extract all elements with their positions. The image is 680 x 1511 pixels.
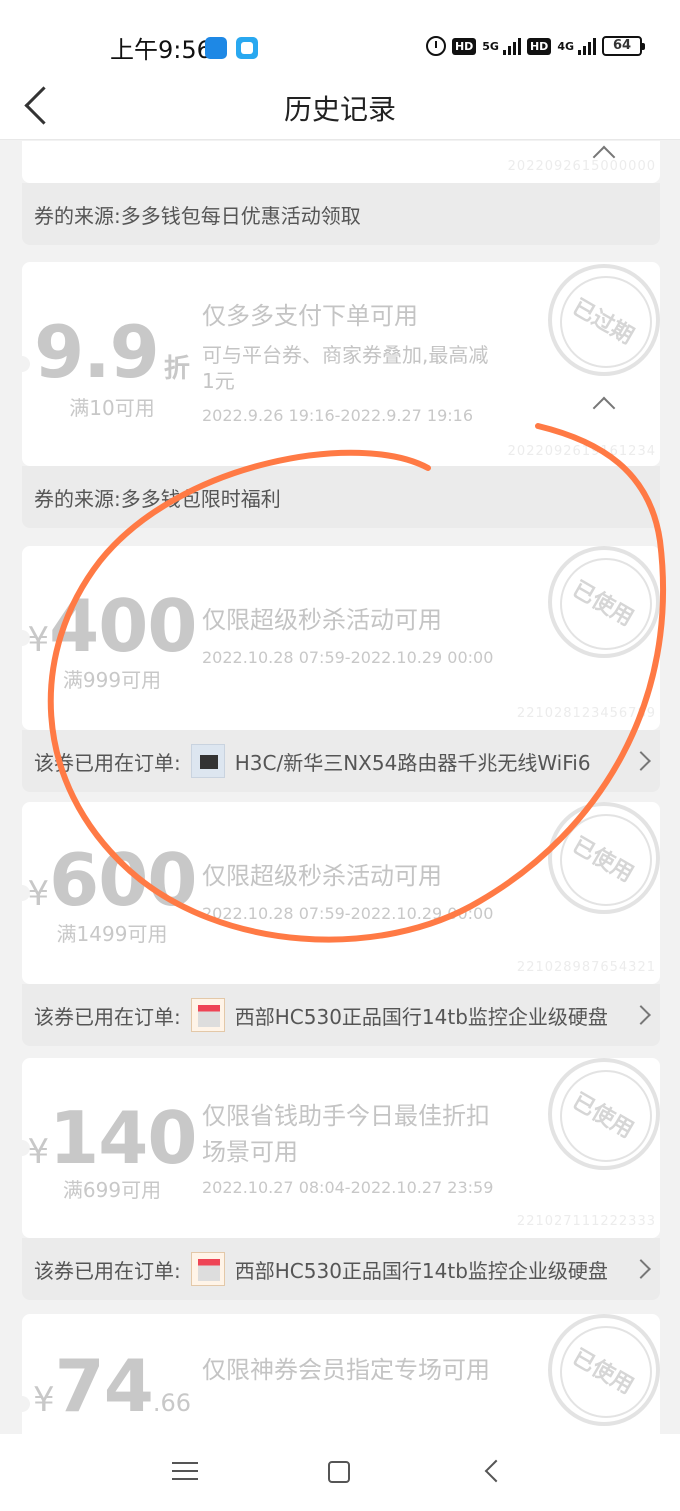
coupon-title: 仅限省钱助手今日最佳折扣场景可用 [202, 1102, 490, 1166]
chevron-right-icon [631, 1005, 651, 1025]
coupon-card: 2022092615000000 券的来源: 多多钱包每日优惠活动领取 [22, 141, 660, 245]
coupon-amount: ¥74.66 [32, 1344, 191, 1428]
coupon-code: 221027111222333 [516, 1214, 656, 1229]
coupon-card: ¥600 满1499可用 仅限超级秒杀活动可用 2022.10.28 07:59… [14, 802, 660, 1046]
expired-stamp: 已过期 [548, 264, 660, 376]
coupon-body: 2022092615000000 [22, 141, 660, 183]
coupon-threshold: 满999可用 [62, 668, 162, 692]
coupon-code: 221028123456789 [516, 706, 656, 721]
order-label: 该券已用在订单: [34, 1004, 181, 1029]
coupon-threshold: 满10可用 [69, 396, 155, 420]
network-type: 5G [482, 39, 499, 53]
coupon-card: 9.9 折 满10可用 仅多多支付下单可用 可与平台券、商家券叠加,最高减1元 … [14, 262, 660, 528]
signal-icon [578, 37, 596, 55]
battery-icon: 64 [602, 36, 645, 56]
chevron-right-icon [631, 751, 651, 771]
coupon-code: 221028987654321 [516, 960, 656, 975]
product-thumbnail [190, 998, 225, 1032]
order-title: 西部HC530正品国行14tb监控企业级硬盘 [234, 1258, 608, 1283]
order-link[interactable]: 该券已用在订单: 西部HC530正品国行14tb监控企业级硬盘 [22, 1238, 660, 1300]
used-stamp: 已使用 [548, 1314, 660, 1426]
coupon-desc: 可与平台券、商家券叠加,最高减1元 [202, 343, 489, 393]
coupon-body: ¥74.66 仅限神券会员指定专场可用 已使用 [14, 1314, 660, 1434]
collapse-icon[interactable] [592, 396, 616, 420]
coupon-amount: ¥400 [27, 584, 198, 668]
signal-icon [502, 37, 521, 55]
coupon-code: 2022092619161234 [507, 444, 656, 459]
coupon-body: ¥400 满999可用 仅限超级秒杀活动可用 2022.10.28 07:59-… [14, 546, 660, 730]
used-stamp: 已使用 [548, 546, 660, 658]
back-icon[interactable] [484, 1459, 508, 1483]
coupon-amount: ¥140 [27, 1096, 198, 1180]
order-title: H3C/新华三NX54路由器千兆无线WiFi6 [234, 750, 591, 775]
coupon-period: 2022.10.27 08:04-2022.10.27 23:59 [202, 1178, 494, 1197]
coupon-code: 2022092615000000 [507, 159, 656, 174]
coupon-body: ¥140 满699可用 仅限省钱助手今日最佳折扣场景可用 2022.10.27 … [14, 1058, 660, 1238]
source-text: 多多钱包每日优惠活动领取 [120, 203, 361, 228]
chevron-right-icon [631, 1259, 651, 1279]
network-type: 4G [557, 39, 574, 53]
product-thumbnail [190, 744, 225, 778]
coupon-threshold: 满699可用 [62, 1178, 162, 1202]
source-label: 券的来源: [34, 203, 121, 228]
menu-icon[interactable] [172, 1462, 198, 1482]
status-icons: HD 5G HD 4G 64 [425, 33, 645, 59]
system-nav-bar [0, 1434, 680, 1511]
hd-icon: HD [451, 37, 477, 55]
coupon-card: ¥140 满699可用 仅限省钱助手今日最佳折扣场景可用 2022.10.27 … [14, 1058, 660, 1300]
coupon-period: 2022.10.28 07:59-2022.10.29 00:00 [202, 904, 494, 923]
source-text: 多多钱包限时福利 [120, 486, 281, 511]
coupon-title: 仅限超级秒杀活动可用 [202, 606, 442, 634]
coupon-body: ¥600 满1499可用 仅限超级秒杀活动可用 2022.10.28 07:59… [14, 802, 660, 984]
coupon-threshold: 满1499可用 [56, 922, 168, 946]
order-label: 该券已用在订单: [34, 750, 181, 775]
coupon-amount: 9.9 折 [34, 310, 190, 394]
source-label: 券的来源: [34, 486, 121, 511]
coupon-list[interactable]: 2022092615000000 券的来源: 多多钱包每日优惠活动领取 9.9 … [0, 141, 680, 1434]
hd-icon: HD [526, 37, 552, 55]
order-label: 该券已用在订单: [34, 1258, 181, 1283]
coupon-title: 仅限超级秒杀活动可用 [202, 862, 442, 890]
used-stamp: 已使用 [548, 1058, 660, 1170]
alarm-icon [425, 36, 446, 56]
coupon-title: 仅限神券会员指定专场可用 [202, 1356, 490, 1384]
app-notification-icon [205, 37, 227, 59]
page-title: 历史记录 [283, 93, 396, 126]
used-stamp: 已使用 [548, 802, 660, 914]
coupon-period: 2022.10.28 07:59-2022.10.29 00:00 [202, 648, 494, 667]
coupon-source: 券的来源: 多多钱包限时福利 [22, 466, 660, 528]
coupon-amount: ¥600 [27, 838, 198, 922]
coupon-card: ¥74.66 仅限神券会员指定专场可用 已使用 [14, 1314, 660, 1434]
status-time: 上午9:56 [110, 36, 212, 64]
coupon-title: 仅多多支付下单可用 [202, 302, 418, 330]
coupon-card: ¥400 满999可用 仅限超级秒杀活动可用 2022.10.28 07:59-… [14, 546, 660, 792]
status-bar: 上午9:56 HD 5G HD 4G 64 [0, 0, 680, 70]
app-notification-icon [236, 37, 258, 59]
coupon-body: 9.9 折 满10可用 仅多多支付下单可用 可与平台券、商家券叠加,最高减1元 … [14, 262, 660, 466]
coupon-period: 2022.9.26 19:16-2022.9.27 19:16 [202, 406, 474, 425]
order-title: 西部HC530正品国行14tb监控企业级硬盘 [234, 1004, 608, 1029]
coupon-source: 券的来源: 多多钱包每日优惠活动领取 [22, 183, 660, 245]
product-thumbnail [190, 1252, 225, 1286]
nav-bar: 历史记录 [0, 70, 680, 140]
order-link[interactable]: 该券已用在订单: H3C/新华三NX54路由器千兆无线WiFi6 [22, 730, 660, 792]
order-link[interactable]: 该券已用在订单: 西部HC530正品国行14tb监控企业级硬盘 [22, 984, 660, 1046]
home-icon[interactable] [328, 1461, 350, 1483]
